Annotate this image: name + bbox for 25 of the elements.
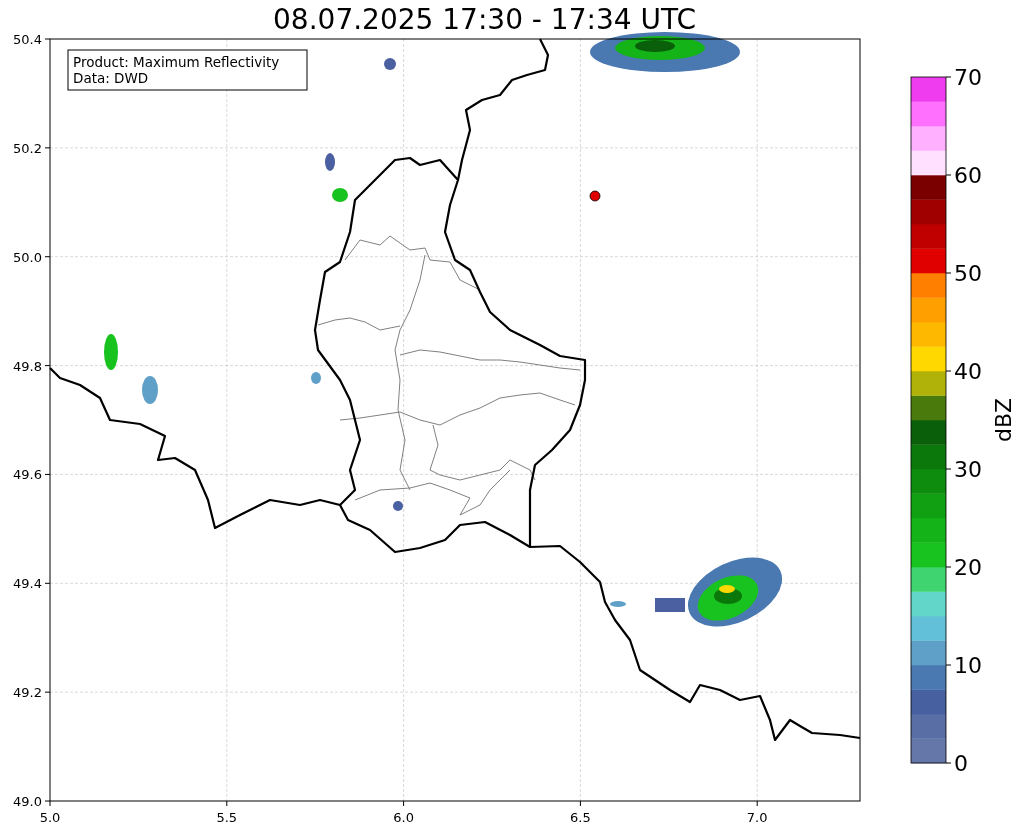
axis-tick-label: 7.0 [746,810,768,825]
axis-tick-label: 5.5 [216,810,238,825]
colorbar-tick-label: 20 [954,555,982,580]
chart-title: 08.07.2025 17:30 - 17:34 UTC [272,2,697,30]
colorbar-tick-label: 50 [954,261,982,286]
axis-tick-label: 50.4 [13,32,42,47]
axis-tick-label: 49.8 [13,358,42,374]
axis-tick-label: 6.0 [393,810,414,825]
axis-tick-label: 5.0 [39,810,61,825]
colorbar-tick-label: 40 [954,359,982,384]
colorbar-tick-label: 10 [954,653,982,678]
colorbar-label: dBZ [991,397,1016,443]
axis-tick-label: 50.2 [13,140,42,156]
axis-tick-label: 6.5 [570,810,591,825]
colorbar-tick-label: 60 [954,163,982,188]
axis-tick-label: 50.0 [13,249,42,265]
colorbar-tick-label: 0 [954,751,968,776]
axis-tick-label: 49.2 [13,685,42,701]
axis-tick-label: 49.4 [13,576,42,592]
info-text: Product: Maximum Reflectivity [73,54,280,70]
colorbar-tick-label: 30 [954,457,982,482]
axis-tick-label: 49.0 [13,794,42,809]
axis-tick-label: 49.6 [13,467,42,483]
colorbar-tick-label: 70 [954,65,982,90]
info-text: Data: DWD [73,70,149,86]
